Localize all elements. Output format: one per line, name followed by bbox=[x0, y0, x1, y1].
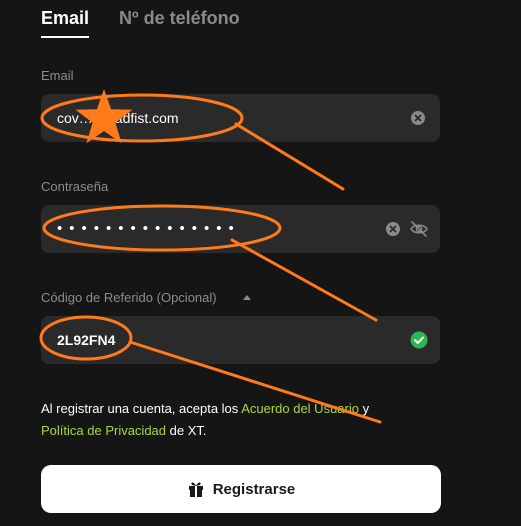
email-field[interactable]: cov…@badfist.com bbox=[41, 94, 440, 142]
caret-up-icon[interactable] bbox=[243, 295, 251, 300]
email-label: Email bbox=[41, 68, 74, 83]
privacy-policy-link[interactable]: Política de Privacidad bbox=[41, 423, 166, 438]
check-circle-icon bbox=[410, 331, 428, 349]
user-agreement-link[interactable]: Acuerdo del Usuario bbox=[241, 401, 359, 416]
tab-phone[interactable]: Nº de teléfono bbox=[119, 8, 240, 29]
terms-prefix: Al registrar una cuenta, acepta los bbox=[41, 401, 242, 416]
referral-input-value[interactable]: 2L92FN4 bbox=[57, 316, 115, 364]
referral-label[interactable]: Código de Referido (Opcional) bbox=[41, 290, 217, 305]
clear-icon[interactable] bbox=[385, 221, 401, 237]
annotation-overlay bbox=[39, 89, 382, 424]
password-field[interactable]: ••••••••••••••• bbox=[41, 205, 440, 253]
gift-icon bbox=[187, 480, 205, 498]
password-input-value[interactable]: ••••••••••••••• bbox=[57, 205, 241, 253]
email-input-value[interactable]: cov…@badfist.com bbox=[57, 94, 179, 142]
tab-email[interactable]: Email bbox=[41, 8, 90, 38]
eye-off-icon[interactable] bbox=[409, 219, 429, 239]
terms-text: Al registrar una cuenta, acepta los Acue… bbox=[41, 398, 461, 442]
referral-label-text: Código de Referido (Opcional) bbox=[41, 290, 217, 305]
terms-connector: y bbox=[358, 401, 370, 416]
register-button[interactable]: Registrarse bbox=[41, 465, 441, 513]
referral-field[interactable]: 2L92FN4 bbox=[41, 316, 440, 364]
password-label: Contraseña bbox=[41, 179, 109, 194]
terms-suffix: de XT. bbox=[166, 423, 207, 438]
register-label: Registrarse bbox=[212, 480, 296, 498]
clear-icon[interactable] bbox=[410, 110, 426, 126]
